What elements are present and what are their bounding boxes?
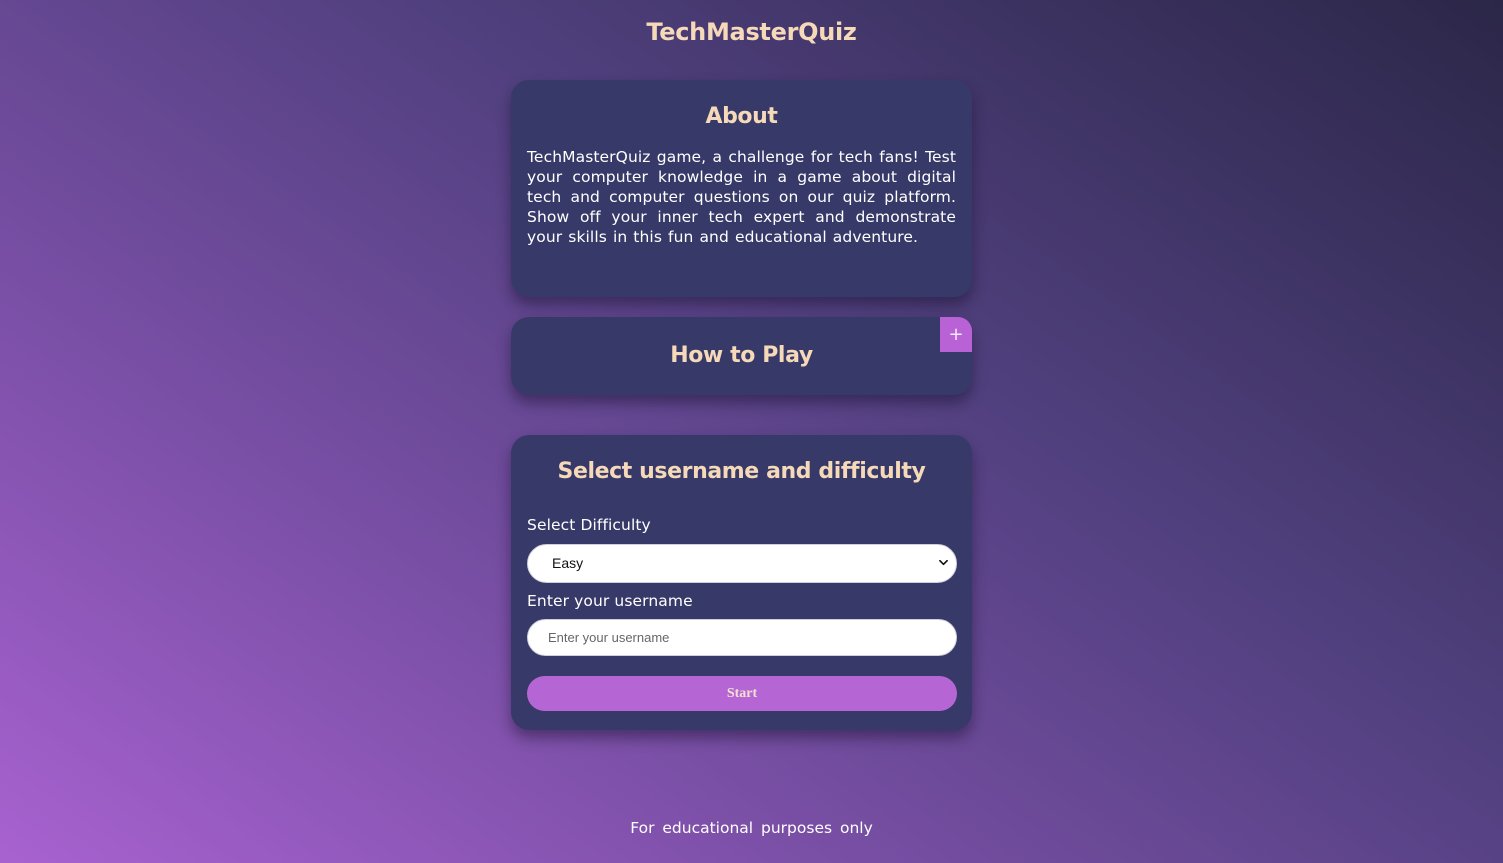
start-button[interactable]: Start bbox=[527, 676, 957, 711]
how-to-play-card[interactable]: How to Play + bbox=[511, 317, 972, 395]
about-text: TechMasterQuiz game, a challenge for tec… bbox=[527, 148, 956, 246]
about-card: About TechMasterQuiz game, a challenge f… bbox=[511, 80, 972, 297]
difficulty-label: Select Difficulty bbox=[527, 516, 651, 534]
site-title: TechMasterQuiz bbox=[646, 18, 857, 46]
about-title: About bbox=[705, 104, 778, 129]
chevron-down-icon bbox=[939, 559, 948, 566]
username-input[interactable] bbox=[527, 619, 957, 656]
expand-how-to-play-button[interactable]: + bbox=[940, 317, 972, 352]
username-label: Enter your username bbox=[527, 592, 693, 610]
setup-title: Select username and difficulty bbox=[557, 459, 926, 484]
how-to-play-title: How to Play bbox=[670, 343, 813, 368]
setup-card: Select username and difficulty Select Di… bbox=[511, 435, 972, 730]
difficulty-select[interactable]: Easy bbox=[527, 544, 957, 583]
footer-text: For educational purposes only bbox=[630, 819, 873, 837]
difficulty-selected-value: Easy bbox=[552, 555, 584, 571]
